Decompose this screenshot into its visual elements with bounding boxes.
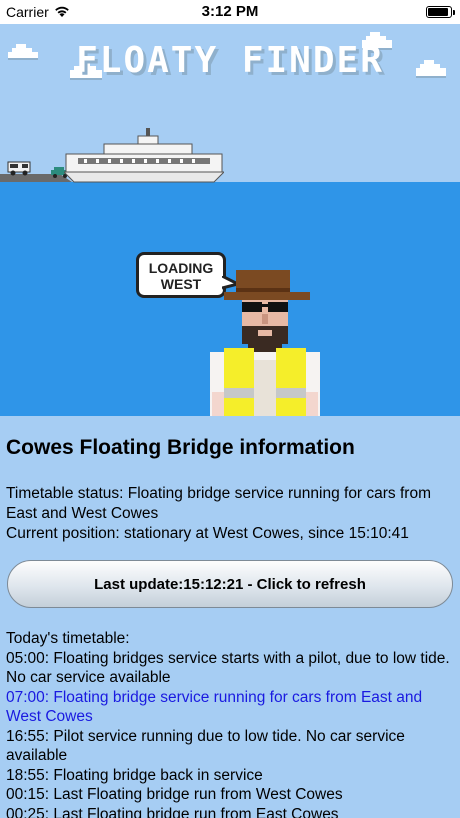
van-icon [7, 161, 31, 176]
timetable: Today's timetable: 05:00: Floating bridg… [6, 629, 454, 818]
refresh-button[interactable]: Last update:15:12:21 - Click to refresh [7, 560, 453, 608]
ferry-operator-character [210, 270, 320, 416]
ferry-icon [64, 128, 224, 183]
hero-illustration: FLOATY FINDER LOADING WEST [0, 24, 460, 416]
timetable-status: Timetable status: Floating bridge servic… [6, 485, 431, 522]
clock: 3:12 PM [201, 3, 259, 20]
app-title: FLOATY FINDER [76, 40, 384, 81]
timetable-row: 18:55: Floating bridge back in service [6, 766, 263, 784]
timetable-row: 00:25: Last Floating bridge run from Eas… [6, 805, 339, 818]
timetable-row-current: 07:00: Floating bridge service running f… [6, 688, 423, 726]
current-position: Current position: stationary at West Cow… [6, 525, 409, 542]
status-bar: Carrier 3:12 PM [0, 0, 460, 24]
timetable-title: Today's timetable: [6, 630, 130, 647]
page-title: Cowes Floating Bridge information [6, 436, 355, 459]
info-panel: Cowes Floating Bridge information Timeta… [0, 416, 460, 818]
timetable-row: 16:55: Pilot service running due to low … [6, 727, 405, 765]
timetable-row: 00:15: Last Floating bridge run from Wes… [6, 786, 343, 803]
status-text: Timetable status: Floating bridge servic… [6, 484, 454, 544]
timetable-row: 05:00: Floating bridges service starts w… [6, 649, 450, 687]
battery-icon [426, 6, 455, 18]
